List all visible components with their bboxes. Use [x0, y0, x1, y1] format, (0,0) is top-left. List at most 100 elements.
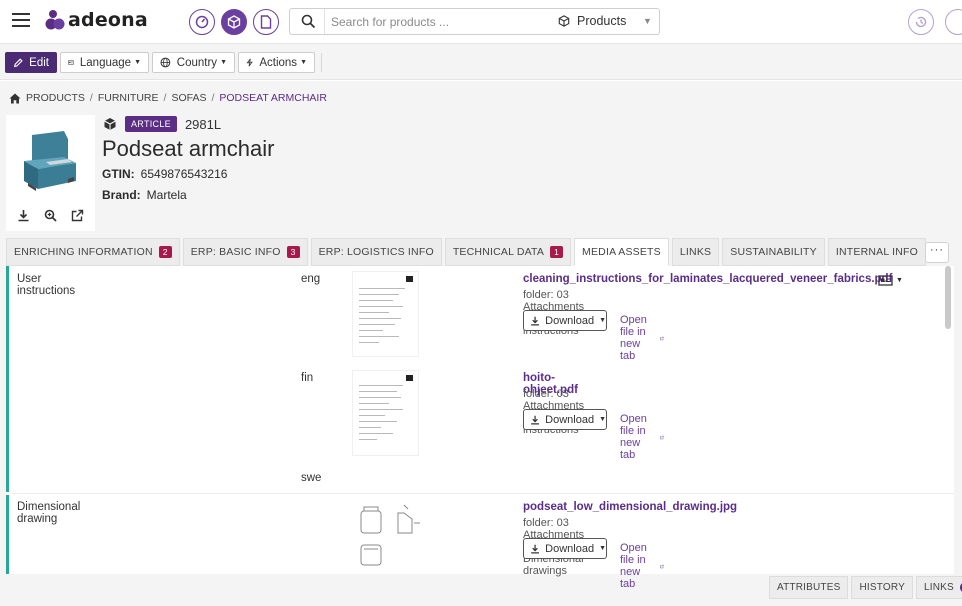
- actions-menu[interactable]: Actions ▼: [238, 52, 315, 73]
- open-in-new-tab-link[interactable]: Open file in new tab: [620, 314, 664, 362]
- thumb-line: [359, 330, 383, 331]
- tab-label: HISTORY: [859, 582, 905, 593]
- cube-icon: [104, 118, 116, 130]
- language-label: Language: [79, 56, 132, 69]
- download-button[interactable]: Download ▼: [523, 310, 607, 331]
- tab-label: SUSTAINABILITY: [730, 246, 817, 258]
- home-icon[interactable]: [9, 93, 21, 104]
- dimensional-drawing-image: [360, 504, 420, 566]
- thumb-line: [359, 306, 403, 307]
- download-icon: [531, 316, 539, 326]
- tab-internal-info[interactable]: INTERNAL INFO: [827, 238, 927, 266]
- scrollbar-thumb[interactable]: [945, 266, 951, 329]
- menu-icon[interactable]: [12, 13, 30, 27]
- tab-enriching-information[interactable]: ENRICHING INFORMATION 2: [6, 238, 180, 266]
- thumb-line: [359, 318, 401, 319]
- bolt-icon: [246, 58, 253, 67]
- user-instructions-group: User instructions eng cleaning_instructi…: [6, 266, 892, 492]
- thumb-line: [359, 439, 377, 440]
- download-button[interactable]: Download ▼: [523, 409, 607, 430]
- products-button[interactable]: [221, 9, 247, 35]
- search-input[interactable]: Search for products ...: [331, 15, 449, 29]
- notifications-button[interactable]: [945, 9, 962, 35]
- language-select[interactable]: ▼: [878, 275, 903, 286]
- breadcrumb-current: PODSEAT ARMCHAIR: [219, 92, 327, 104]
- download-label: Download: [545, 542, 595, 555]
- download-label: Download: [545, 314, 595, 327]
- download-icon: [531, 415, 539, 425]
- tab-history[interactable]: HISTORY: [851, 576, 913, 599]
- media-assets-panel: User instructions eng cleaning_instructi…: [6, 266, 954, 590]
- tab-media-assets[interactable]: MEDIA ASSETS: [574, 238, 669, 266]
- product-code: 2981L: [184, 116, 222, 132]
- article-badge: ARTICLE: [125, 116, 177, 132]
- search-bar[interactable]: Search for products ... Products ▼: [289, 8, 660, 35]
- open-in-new-tab-link[interactable]: Open file in new tab: [620, 413, 664, 461]
- chevron-down-icon[interactable]: ▼: [643, 16, 652, 26]
- thumb-line: [359, 324, 395, 325]
- country-menu[interactable]: Country ▼: [152, 52, 235, 73]
- download-icon[interactable]: [17, 209, 30, 222]
- open-link-label: Open file in new tab: [620, 542, 647, 590]
- tab-label: MEDIA ASSETS: [582, 246, 661, 258]
- language-menu[interactable]: Language ▼: [60, 52, 149, 73]
- tab-sustainability[interactable]: SUSTAINABILITY: [722, 238, 825, 266]
- chevron-down-icon: ▼: [599, 317, 606, 324]
- open-link-label: Open file in new tab: [620, 413, 647, 461]
- gtin-label: GTIN:: [102, 167, 135, 181]
- app-logo[interactable]: adeona: [45, 9, 148, 31]
- search-scope-select[interactable]: Products: [558, 14, 626, 28]
- product-brand: Brand: Martela: [102, 188, 187, 202]
- drawing-thumbnail[interactable]: [352, 499, 427, 571]
- edit-button[interactable]: Edit: [5, 52, 57, 73]
- pdf-thumbnail[interactable]: [352, 271, 419, 357]
- tab-erp-basic-info[interactable]: ERP: BASIC INFO 3: [182, 238, 308, 266]
- more-options-button[interactable]: ···: [925, 242, 949, 263]
- chevron-down-icon: ▼: [220, 59, 227, 66]
- external-link-icon[interactable]: [71, 209, 84, 222]
- toolbar-divider: [321, 53, 322, 72]
- tab-erp-logistics-info[interactable]: ERP: LOGISTICS INFO: [310, 238, 442, 266]
- breadcrumb-furniture[interactable]: FURNITURE: [98, 92, 159, 104]
- chevron-down-icon: ▼: [599, 416, 606, 423]
- file-name-link[interactable]: podseat_low_dimensional_drawing.jpg: [523, 501, 737, 513]
- tab-attributes[interactable]: ATTRIBUTES: [769, 576, 849, 599]
- pdf-corner-mark: [406, 276, 413, 282]
- thumb-line: [359, 415, 385, 416]
- tab-label: INTERNAL INFO: [835, 246, 919, 258]
- pdf-thumbnail[interactable]: [352, 370, 419, 456]
- brand-value: Martela: [146, 188, 187, 202]
- id-card-icon: [878, 275, 893, 286]
- id-card-icon: [68, 60, 74, 65]
- product-type: ARTICLE 2981L: [103, 116, 221, 132]
- file-name-link[interactable]: cleaning_instructions_for_laminates_lacq…: [523, 273, 892, 285]
- thumb-line: [359, 391, 397, 392]
- thumb-line: [359, 336, 399, 337]
- product-tabs: ENRICHING INFORMATION 2 ERP: BASIC INFO 3 …: [6, 238, 929, 266]
- zoom-icon[interactable]: [44, 209, 57, 222]
- tab-links[interactable]: LINKS: [671, 238, 720, 266]
- edit-label: Edit: [29, 56, 49, 69]
- history-button[interactable]: [908, 9, 934, 35]
- tab-label: LINKS: [923, 582, 954, 593]
- thumb-line: [359, 427, 381, 428]
- history-icon: [915, 16, 927, 28]
- panel-scrollbar[interactable]: [945, 266, 951, 574]
- tab-label: ERP: BASIC INFO: [190, 246, 281, 258]
- tab-links-bottom[interactable]: LINKS2: [915, 576, 962, 599]
- tab-label: ATTRIBUTES: [777, 582, 841, 593]
- open-in-new-tab-link[interactable]: Open file in new tab: [620, 542, 664, 590]
- chevron-down-icon: ▼: [896, 277, 903, 284]
- tab-count-badge: 3: [286, 246, 300, 258]
- thumb-line: [359, 403, 389, 404]
- language-code: eng: [301, 273, 321, 285]
- tab-technical-data[interactable]: TECHNICAL DATA 1: [444, 238, 572, 266]
- download-icon: [531, 544, 539, 554]
- thumb-line: [359, 433, 393, 434]
- breadcrumb-products[interactable]: PRODUCTS: [26, 92, 85, 104]
- download-button[interactable]: Download ▼: [523, 538, 607, 559]
- search-icon: [301, 14, 316, 29]
- dashboard-button[interactable]: [189, 9, 215, 35]
- breadcrumb-sofas[interactable]: SOFAS: [171, 92, 206, 104]
- documents-button[interactable]: [253, 9, 279, 35]
